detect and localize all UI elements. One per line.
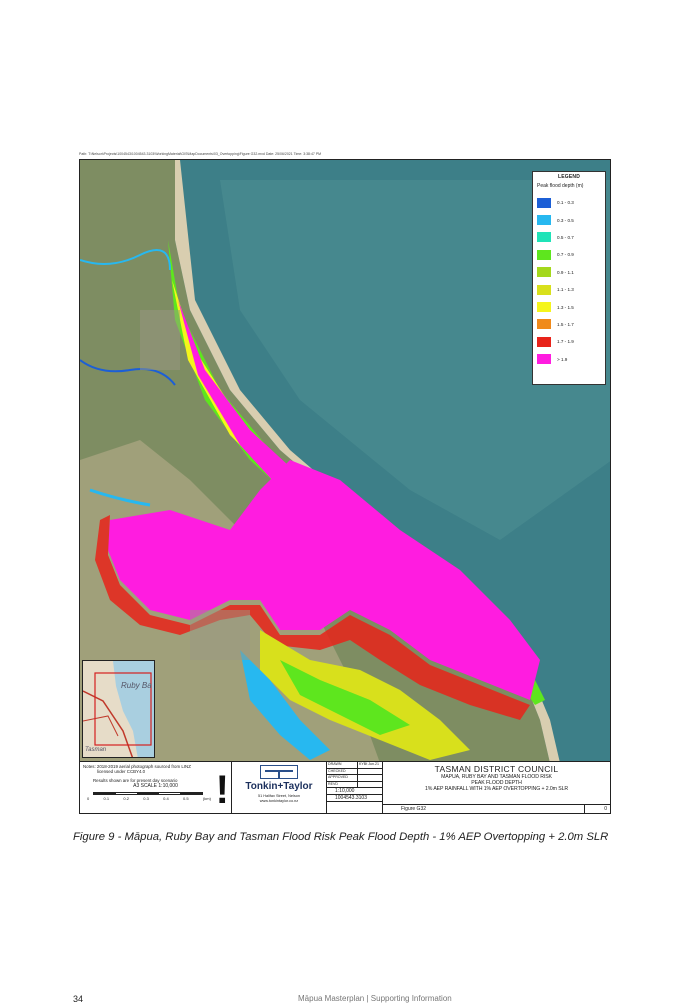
flood-map-figure: Path: T:\Nelson\Projects\1004543\1004543… <box>79 150 611 816</box>
warning-icon: ! <box>215 768 229 812</box>
legend-item: 0.7 - 0.9 <box>537 246 601 263</box>
legend-item: 0.9 - 1.1 <box>537 264 601 281</box>
tonkin-taylor-logo-icon <box>260 765 298 779</box>
page-number: 34 <box>73 994 84 1004</box>
legend-swatch <box>537 197 551 208</box>
scale-tick: 0.2 <box>123 795 129 801</box>
legend-item: 0.1 - 0.3 <box>537 194 601 211</box>
company-address: 51 Halifax Street, Nelson www.tonkintayl… <box>258 794 300 803</box>
legend-item: > 1.9 <box>537 351 601 368</box>
legend-swatch <box>537 267 551 278</box>
meta-value: KYBt Jun.21 <box>357 762 382 768</box>
legend-item: 1.5 - 1.7 <box>537 316 601 333</box>
legend-label: 0.3 - 0.5 <box>557 217 574 223</box>
title-block-title: TASMAN DISTRICT COUNCIL MAPUA, RUBY BAY … <box>383 762 610 813</box>
legend-label: 1.5 - 1.7 <box>557 321 574 327</box>
map-file-path: Path: T:\Nelson\Projects\1004543\1004543… <box>79 152 322 156</box>
company-logo-block: Tonkin+Taylor 51 Halifax Street, Nelson … <box>232 762 327 813</box>
legend-swatch <box>537 232 551 243</box>
legend-item: 1.7 - 1.9 <box>537 333 601 350</box>
map-title-block: Notes: 2018-2019 aerial photograph sourc… <box>79 762 611 814</box>
legend-label: 1.7 - 1.9 <box>557 339 574 345</box>
map-legend: LEGEND Peak flood depth (m) 0.1 - 0.3 0.3… <box>532 171 606 385</box>
title-block-meta: DRAWN KYBt Jun.21 CHECKED APPROVED REVD 1:10… <box>327 762 383 813</box>
inset-label-ruby-bay: Ruby Ba <box>121 681 152 690</box>
legend-label: 0.1 - 0.3 <box>557 200 574 206</box>
legend-item: 0.3 - 0.5 <box>537 211 601 228</box>
meta-value <box>357 768 382 774</box>
meta-value <box>357 775 382 781</box>
meta-key: APPROVED <box>328 775 348 779</box>
legend-swatch <box>537 319 551 330</box>
council-name: TASMAN DISTRICT COUNCIL <box>434 764 559 774</box>
legend-label: > 1.9 <box>557 356 568 362</box>
legend-title: LEGEND <box>557 174 581 180</box>
scale-tick: (km) <box>202 795 211 801</box>
aerial-map: LEGEND Peak flood depth (m) 0.1 - 0.3 0.3… <box>79 159 611 762</box>
legend-swatch <box>537 302 551 313</box>
location-inset-map: Ruby Ba Tasman <box>82 660 155 758</box>
legend-item: 1.3 - 1.5 <box>537 298 601 315</box>
legend-swatch <box>537 284 551 295</box>
scale-tick: 0.5 <box>183 795 189 801</box>
meta-key: CHECKED <box>328 768 346 773</box>
figure-number-row: Figure G32 0 <box>383 804 610 813</box>
address-line-2: www.tonkintaylor.co.nz <box>259 798 299 803</box>
legend-label: 0.9 - 1.1 <box>557 269 574 275</box>
legend-item: 0.5 - 0.7 <box>537 229 601 246</box>
scale-ticks: 0 0.1 0.2 0.3 0.4 0.5 (km) <box>87 796 211 801</box>
scale-value: 1:10,000 <box>327 788 382 795</box>
meta-value <box>357 781 382 787</box>
figure-caption: Figure 9 - Māpua, Ruby Bay and Tasman Fl… <box>73 831 609 843</box>
legend-label: 0.7 - 0.9 <box>557 252 574 258</box>
address-line-1: 51 Halifax Street, Nelson <box>258 794 300 798</box>
footer-document-title: Māpua Masterplan | Supporting Informatio… <box>298 994 452 1003</box>
legend-swatch <box>537 336 551 347</box>
legend-subtitle: Peak flood depth (m) <box>537 183 584 189</box>
meta-key: REVD <box>328 781 338 786</box>
scale-tick: 0 <box>87 795 90 801</box>
notes-line-2: licensed under CCBY4.0 <box>97 769 146 775</box>
legend-swatch <box>537 215 551 226</box>
scale-bar <box>93 791 203 795</box>
figure-number: Figure G32 <box>401 806 427 812</box>
title-block-notes: Notes: 2018-2019 aerial photograph sourc… <box>80 762 232 813</box>
inset-label-tasman: Tasman <box>85 747 107 753</box>
project-number: 1004543.3103 <box>327 795 382 802</box>
company-name: Tonkin+Taylor <box>245 781 313 792</box>
legend-label: 0.5 - 0.7 <box>557 234 574 240</box>
meta-key: DRAWN <box>328 762 342 766</box>
legend-swatch <box>537 354 551 365</box>
revision: 0 <box>584 805 610 813</box>
legend-label: 1.3 - 1.5 <box>557 304 574 310</box>
title-line-3: 1% AEP RAINFALL WITH 1% AEP OVERTOPPING … <box>424 786 569 793</box>
scale-tick: 0.4 <box>163 795 169 801</box>
scale-text: A3 SCALE 1:10,000 <box>133 783 178 790</box>
legend-swatch <box>537 249 551 260</box>
scale-tick: 0.3 <box>143 795 149 801</box>
scale-tick: 0.1 <box>103 795 110 801</box>
legend-item: 1.1 - 1.3 <box>537 281 601 298</box>
legend-label: 1.1 - 1.3 <box>557 287 574 293</box>
